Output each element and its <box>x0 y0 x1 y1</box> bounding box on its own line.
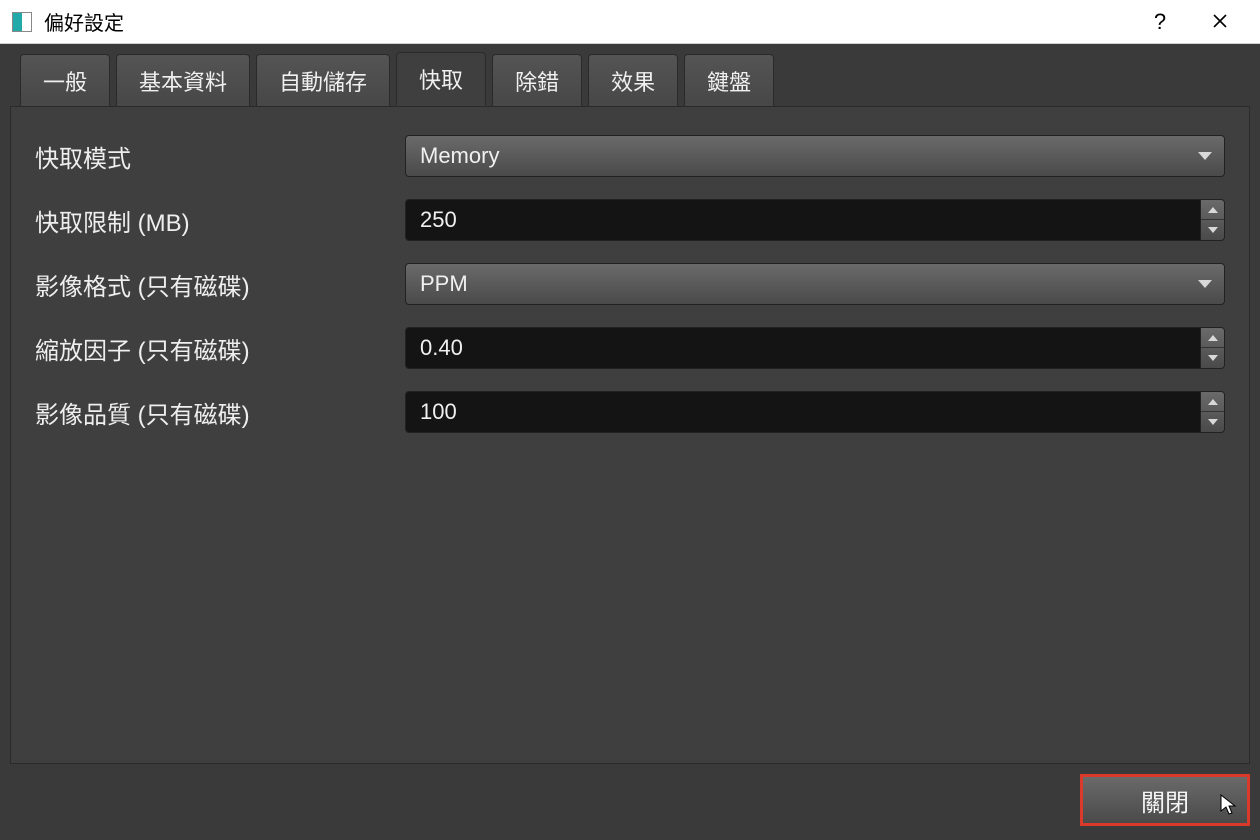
chevron-up-icon <box>1208 335 1218 341</box>
app-icon <box>12 12 32 32</box>
row-cache-mode: 快取模式 Memory <box>35 135 1225 177</box>
chevron-down-icon <box>1198 152 1212 160</box>
preferences-window: 偏好設定 ? 一般 基本資料 自動儲存 快取 除錯 效果 鍵盤 快取模 <box>0 0 1260 840</box>
dialog-footer: 關閉 <box>10 764 1250 826</box>
chevron-down-icon <box>1208 227 1218 233</box>
tab-label: 基本資料 <box>139 70 227 95</box>
tabpanel-cache: 快取模式 Memory 快取限制 (MB) 250 <box>10 106 1250 764</box>
row-image-format: 影像格式 (只有磁碟) PPM <box>35 263 1225 305</box>
cache-mode-select[interactable]: Memory <box>405 135 1225 177</box>
cache-limit-value[interactable]: 250 <box>406 200 1200 240</box>
chevron-up-icon <box>1208 207 1218 213</box>
cache-mode-value: Memory <box>420 143 499 169</box>
image-format-label: 影像格式 (只有磁碟) <box>35 267 405 302</box>
help-button[interactable]: ? <box>1130 0 1190 44</box>
scale-factor-step-up[interactable] <box>1201 328 1224 348</box>
chevron-up-icon <box>1208 399 1218 405</box>
tab-keyboard[interactable]: 鍵盤 <box>684 54 774 107</box>
client-area: 一般 基本資料 自動儲存 快取 除錯 效果 鍵盤 快取模式 Memory <box>0 44 1260 840</box>
image-format-value: PPM <box>420 271 468 297</box>
help-icon: ? <box>1154 9 1166 35</box>
image-format-select[interactable]: PPM <box>405 263 1225 305</box>
chevron-down-icon <box>1208 419 1218 425</box>
cache-limit-step-up[interactable] <box>1201 200 1224 220</box>
tab-general[interactable]: 一般 <box>20 54 110 107</box>
tab-label: 除錯 <box>515 70 559 95</box>
cache-limit-spinbox[interactable]: 250 <box>405 199 1225 241</box>
window-title: 偏好設定 <box>44 7 124 36</box>
tab-debug[interactable]: 除錯 <box>492 54 582 107</box>
tab-label: 效果 <box>611 70 655 95</box>
image-quality-spinbox[interactable]: 100 <box>405 391 1225 433</box>
window-close-button[interactable] <box>1190 0 1250 44</box>
close-icon <box>1212 9 1228 35</box>
cache-limit-step-down[interactable] <box>1201 220 1224 240</box>
tab-label: 鍵盤 <box>707 70 751 95</box>
titlebar: 偏好設定 ? <box>0 0 1260 44</box>
row-image-quality: 影像品質 (只有磁碟) 100 <box>35 391 1225 433</box>
tab-label: 一般 <box>43 70 87 95</box>
cache-limit-label: 快取限制 (MB) <box>35 203 405 238</box>
image-quality-value[interactable]: 100 <box>406 392 1200 432</box>
cursor-icon <box>1219 793 1239 817</box>
scale-factor-step-down[interactable] <box>1201 348 1224 368</box>
image-quality-step-down[interactable] <box>1201 412 1224 432</box>
close-button-label: 關閉 <box>1141 783 1189 818</box>
tab-label: 快取 <box>419 68 463 93</box>
close-button[interactable]: 關閉 <box>1080 774 1250 826</box>
cache-mode-label: 快取模式 <box>35 139 405 174</box>
tab-container: 一般 基本資料 自動儲存 快取 除錯 效果 鍵盤 快取模式 Memory <box>10 54 1250 764</box>
scale-factor-spinbox[interactable]: 0.40 <box>405 327 1225 369</box>
tab-label: 自動儲存 <box>279 70 367 95</box>
chevron-down-icon <box>1198 280 1212 288</box>
tab-autosave[interactable]: 自動儲存 <box>256 54 390 107</box>
row-scale-factor: 縮放因子 (只有磁碟) 0.40 <box>35 327 1225 369</box>
chevron-down-icon <box>1208 355 1218 361</box>
tabbar: 一般 基本資料 自動儲存 快取 除錯 效果 鍵盤 <box>10 54 1250 106</box>
image-quality-label: 影像品質 (只有磁碟) <box>35 395 405 430</box>
tab-effects[interactable]: 效果 <box>588 54 678 107</box>
scale-factor-label: 縮放因子 (只有磁碟) <box>35 331 405 366</box>
scale-factor-value[interactable]: 0.40 <box>406 328 1200 368</box>
image-quality-step-up[interactable] <box>1201 392 1224 412</box>
row-cache-limit: 快取限制 (MB) 250 <box>35 199 1225 241</box>
tab-profile[interactable]: 基本資料 <box>116 54 250 107</box>
tab-cache[interactable]: 快取 <box>396 52 486 106</box>
